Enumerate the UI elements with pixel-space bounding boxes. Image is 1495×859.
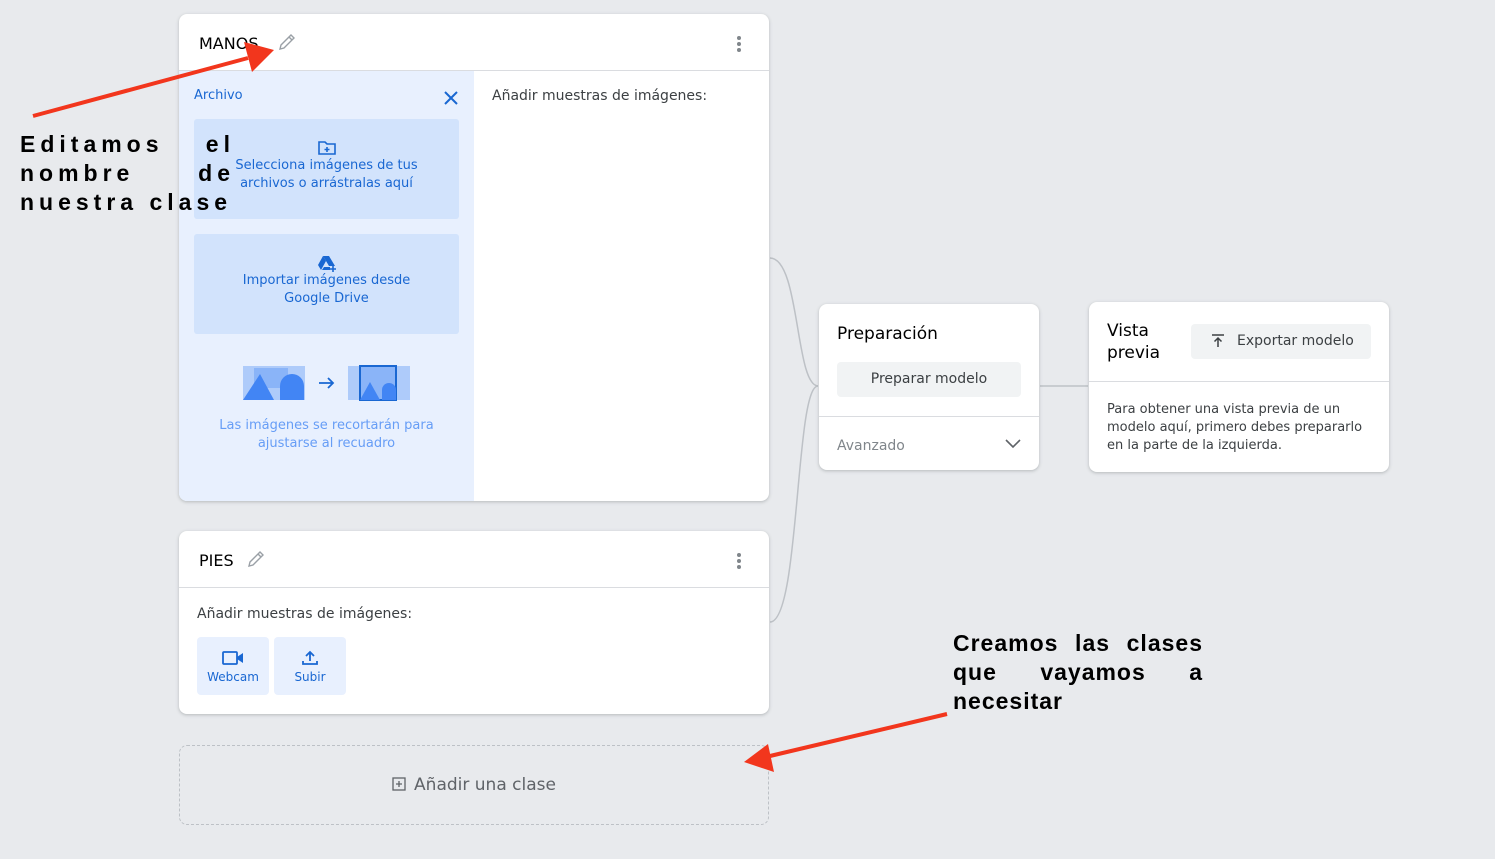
- pencil-icon[interactable]: [246, 549, 266, 569]
- preview-card: Vista previa Exportar modelo Para obtene…: [1089, 302, 1389, 472]
- arrow-line-create-classes: [769, 712, 948, 758]
- close-icon[interactable]: [442, 89, 460, 107]
- add-class-button[interactable]: Añadir una clase: [179, 745, 769, 825]
- train-model-button[interactable]: Preparar modelo: [837, 362, 1021, 397]
- upload-button[interactable]: Subir: [274, 637, 346, 695]
- chevron-down-icon: [1005, 439, 1021, 449]
- divider: [1089, 381, 1389, 382]
- add-box-icon: [392, 777, 406, 791]
- class-header: PIES: [179, 531, 769, 588]
- drive-import-button[interactable]: Importar imágenes desde Google Drive: [194, 234, 459, 334]
- more-options-icon[interactable]: [737, 36, 743, 52]
- class-name[interactable]: MANOS: [199, 34, 258, 53]
- upload-icon: [302, 650, 318, 665]
- training-title: Preparación: [837, 324, 938, 344]
- pencil-icon[interactable]: [277, 32, 297, 52]
- webcam-label: Webcam: [207, 670, 259, 684]
- advanced-label: Avanzado: [837, 438, 905, 454]
- class-header: MANOS: [179, 14, 769, 71]
- class-card-pies: PIES Añadir muestras de imágenes: Webcam…: [179, 531, 769, 714]
- drive-import-label: Importar imágenes desde Google Drive: [242, 273, 411, 306]
- class-card-manos: MANOS Archivo Selecciona imágenes de tus…: [179, 14, 769, 501]
- annotation-edit-name: Editamos el nombre de nuestra clase: [20, 131, 235, 215]
- preview-message: Para obtener una vista previa de un mode…: [1107, 402, 1363, 453]
- google-drive-icon: [317, 256, 336, 272]
- folder-add-icon: [317, 141, 336, 155]
- crop-note: Las imágenes se recortarán para ajustars…: [219, 418, 434, 451]
- crop-illustration: [243, 365, 410, 401]
- export-icon: [1212, 334, 1224, 347]
- preview-title: Vista previa: [1107, 321, 1161, 363]
- select-files-label: Selecciona imágenes de tus archivos o ar…: [235, 158, 418, 191]
- export-model-label: Exportar modelo: [1237, 333, 1354, 349]
- advanced-toggle[interactable]: Avanzado: [819, 416, 1039, 471]
- webcam-button[interactable]: Webcam: [197, 637, 269, 695]
- class-name[interactable]: PIES: [199, 551, 234, 570]
- upload-panel-title: Archivo: [194, 88, 243, 103]
- samples-label: Añadir muestras de imágenes:: [197, 606, 413, 622]
- training-card: Preparación Preparar modelo Avanzado: [819, 304, 1039, 470]
- upload-label: Subir: [294, 670, 326, 684]
- video-camera-icon: [222, 651, 243, 665]
- annotation-create-classes: Creamos las clases que vayamos a necesit…: [953, 630, 1203, 714]
- samples-label: Añadir muestras de imágenes:: [492, 88, 708, 104]
- add-class-label: Añadir una clase: [414, 775, 556, 795]
- export-model-button[interactable]: Exportar modelo: [1191, 324, 1371, 359]
- more-options-icon[interactable]: [737, 553, 743, 569]
